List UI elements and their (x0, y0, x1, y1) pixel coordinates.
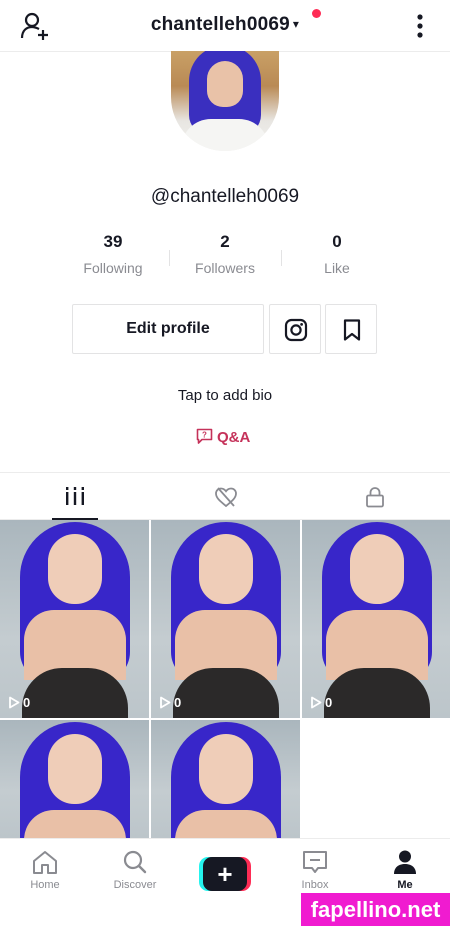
stat-followers[interactable]: 2 Followers (169, 232, 281, 276)
stat-label: Like (324, 260, 350, 276)
video-thumbnail[interactable]: 0 (151, 520, 300, 718)
bookmark-icon (343, 319, 361, 341)
nav-discover-label: Discover (113, 879, 157, 891)
nav-home[interactable]: Home (0, 849, 90, 891)
view-count: 0 (159, 695, 181, 710)
chevron-down-icon: ▾ (292, 17, 300, 31)
view-count-value: 0 (23, 695, 31, 710)
add-bio-link[interactable]: Tap to add bio (0, 387, 450, 404)
create-button[interactable]: + (199, 857, 251, 891)
play-icon (311, 696, 322, 709)
video-thumbnail[interactable]: 0 (0, 520, 149, 718)
svg-text:?: ? (202, 431, 207, 440)
video-grid: 0 0 0 (0, 520, 450, 838)
favorites-button[interactable] (325, 304, 377, 354)
profile-tabs (0, 472, 450, 520)
notification-dot (312, 9, 321, 18)
stat-value: 2 (220, 232, 230, 251)
stat-value: 39 (103, 232, 123, 251)
qa-link[interactable]: ? Q&A (196, 428, 250, 446)
nav-inbox-label: Inbox (301, 879, 329, 891)
nav-home-label: Home (30, 879, 60, 891)
profile-handle: @chantelleh0069 (150, 186, 300, 207)
nav-me[interactable]: Me (360, 849, 450, 891)
qa-label: Q&A (217, 429, 251, 446)
search-icon (123, 850, 147, 874)
instagram-icon (284, 318, 308, 342)
avatar-shirt (181, 119, 269, 151)
avatar[interactable] (171, 51, 279, 151)
edit-profile-button[interactable]: Edit profile (72, 304, 264, 354)
private-lock-icon (366, 487, 384, 508)
stat-value: 0 (332, 232, 342, 251)
stat-likes[interactable]: 0 Like (281, 232, 393, 276)
tab-liked[interactable] (150, 473, 300, 520)
nav-me-label: Me (397, 879, 413, 891)
instagram-button[interactable] (269, 304, 321, 354)
more-vertical-icon[interactable] (410, 12, 430, 40)
tab-private[interactable] (300, 473, 450, 520)
video-thumbnail[interactable]: 0 (302, 520, 450, 718)
plus-icon: + (203, 857, 247, 891)
profile-username-switcher[interactable]: chantelleh0069 ▾ (0, 14, 450, 36)
view-count: 0 (310, 695, 332, 710)
tab-videos[interactable] (0, 473, 150, 520)
top-bar: chantelleh0069 ▾ (0, 0, 450, 52)
qa-icon: ? (196, 428, 213, 444)
view-count-value: 0 (325, 695, 333, 710)
play-icon (160, 696, 171, 709)
profile-person-icon (394, 850, 416, 874)
stat-following[interactable]: 39 Following (57, 232, 169, 276)
view-count-value: 0 (174, 695, 182, 710)
profile-stats: 39 Following 2 Followers 0 Like (57, 232, 393, 282)
watermark: fapellino.net (301, 893, 450, 926)
liked-videos-icon (215, 487, 237, 508)
nav-inbox[interactable]: Inbox (270, 849, 360, 891)
play-icon (9, 696, 20, 709)
view-count: 0 (8, 695, 30, 710)
inbox-icon (303, 851, 327, 873)
avatar-face (207, 61, 243, 107)
video-thumbnail[interactable] (151, 720, 300, 838)
video-thumbnail[interactable] (0, 720, 149, 838)
videos-grid-icon (66, 487, 84, 505)
header-username: chantelleh0069 (150, 14, 290, 35)
stat-label: Following (83, 260, 143, 276)
nav-discover[interactable]: Discover (90, 849, 180, 891)
stat-label: Followers (195, 260, 255, 276)
home-icon (33, 851, 57, 874)
